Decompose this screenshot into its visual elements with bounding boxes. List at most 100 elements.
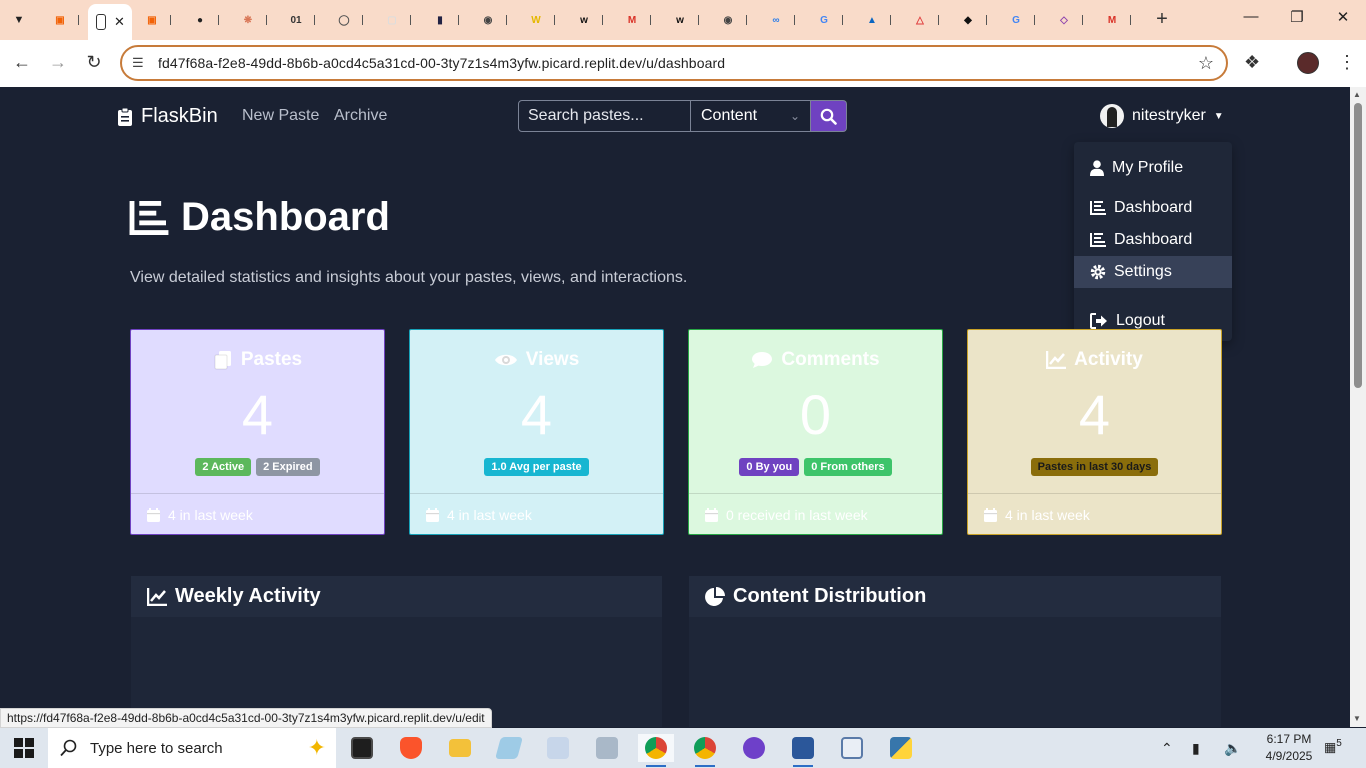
- forward-arrow-icon[interactable]: →: [47, 52, 69, 73]
- search-scope-select[interactable]: Content ⌄: [691, 100, 811, 132]
- dropdown-item-my-profile[interactable]: My Profile: [1074, 152, 1232, 184]
- browser-tab[interactable]: G: [808, 6, 852, 34]
- reload-icon[interactable]: ↻: [83, 52, 105, 73]
- asterisk-icon: ❋: [243, 14, 253, 26]
- taskbar-search-box[interactable]: Type here to search ✦: [48, 728, 336, 768]
- browser-tab[interactable]: ∞: [760, 6, 804, 34]
- book-icon: ▲: [867, 14, 877, 26]
- chrome-icon: ◉: [483, 14, 493, 26]
- close-window-icon[interactable]: ✕: [1328, 8, 1358, 26]
- browser-tab[interactable]: M: [1096, 6, 1140, 34]
- notification-center-icon[interactable]: ▦5: [1324, 738, 1342, 755]
- browser-tab[interactable]: ▢: [376, 6, 420, 34]
- extensions-puzzle-icon[interactable]: ❖: [1244, 52, 1260, 73]
- taskbar-python-icon[interactable]: [883, 734, 919, 762]
- taskbar-terminal-icon[interactable]: [344, 734, 380, 762]
- taskbar-github-icon[interactable]: [736, 734, 772, 762]
- user-menu-toggle[interactable]: nitestryker ▼: [1100, 104, 1224, 128]
- nav-archive[interactable]: Archive: [334, 107, 387, 125]
- dropdown-item-dashboard[interactable]: Dashboard: [1074, 192, 1232, 224]
- taskbar-file-explorer-icon[interactable]: [442, 734, 478, 762]
- flaskbin-page: FlaskBin New Paste Archive Content ⌄ nit…: [0, 87, 1350, 727]
- back-arrow-icon[interactable]: ←: [11, 52, 33, 73]
- browser-tab[interactable]: ◉: [472, 6, 516, 34]
- browser-tab[interactable]: M: [616, 6, 660, 34]
- dropdown-item-label: Dashboard: [1114, 231, 1193, 248]
- tab-title-fragment: [362, 15, 363, 25]
- browser-tab[interactable]: ◇: [1048, 6, 1092, 34]
- taskbar-brave-icon[interactable]: [393, 734, 429, 762]
- scrollbar-thumb[interactable]: [1354, 103, 1362, 388]
- browser-tab[interactable]: ▮: [424, 6, 468, 34]
- bookmark-star-icon[interactable]: ☆: [1198, 53, 1214, 74]
- taskbar-word-icon[interactable]: [785, 734, 821, 767]
- taskbar-app-icon[interactable]: [540, 734, 576, 762]
- stat-card-footer-text: 4 in last week: [1005, 507, 1090, 523]
- windows-start-icon[interactable]: [14, 738, 34, 758]
- browser-tab[interactable]: ◆: [952, 6, 996, 34]
- browser-tab[interactable]: △: [904, 6, 948, 34]
- dropdown-item-dashboard-2[interactable]: Dashboard: [1074, 224, 1232, 256]
- browser-tab[interactable]: 01: [280, 6, 324, 34]
- line-chart-icon: [147, 587, 167, 606]
- scroll-up-arrow-icon[interactable]: ▲: [1353, 90, 1361, 99]
- page-title-text: Dashboard: [181, 195, 390, 239]
- tab-search-chevron-icon[interactable]: ▼: [6, 8, 32, 32]
- chevron-down-icon: ⌄: [789, 109, 800, 123]
- panel-header: Weekly Activity: [131, 576, 662, 617]
- stat-card-value: 0: [799, 383, 832, 446]
- address-bar[interactable]: ☰ fd47f68a-f2e8-49dd-8b6b-a0cd4c5a31cd-0…: [120, 45, 1228, 81]
- stat-card-title: Views: [410, 349, 663, 371]
- brand-logo[interactable]: FlaskBin: [117, 105, 218, 128]
- battery-icon[interactable]: ▮: [1192, 740, 1200, 757]
- browser-tab[interactable]: ▣: [44, 6, 88, 34]
- brand-name: FlaskBin: [141, 105, 218, 127]
- browser-tab[interactable]: w: [568, 6, 612, 34]
- browser-menu-icon[interactable]: ⋮: [1338, 52, 1356, 73]
- blank-doc-icon: [96, 14, 106, 30]
- search-button[interactable]: [811, 100, 847, 132]
- status-badge: 1.0 Avg per paste: [484, 458, 589, 476]
- stat-card-views: Views 4 1.0 Avg per paste 4 in last week: [409, 329, 664, 535]
- tab-title-fragment: [1034, 15, 1035, 25]
- url-text[interactable]: fd47f68a-f2e8-49dd-8b6b-a0cd4c5a31cd-00-…: [158, 55, 725, 71]
- calendar-icon: [426, 508, 439, 522]
- tab-title-fragment: [554, 15, 555, 25]
- browser-tab[interactable]: w: [664, 6, 708, 34]
- browser-tab[interactable]: ▣: [136, 6, 180, 34]
- browser-tab[interactable]: W: [520, 6, 564, 34]
- taskbar-chrome-icon-2[interactable]: [687, 734, 723, 767]
- browser-tab[interactable]: G: [1000, 6, 1044, 34]
- search-input[interactable]: [518, 100, 691, 132]
- browser-tab[interactable]: ●: [184, 6, 228, 34]
- browser-tab[interactable]: ❋: [232, 6, 276, 34]
- stat-card-badges: Pastes in last 30 days: [968, 458, 1221, 476]
- user-dropdown-menu: My Profile Dashboard Dashboard Settings …: [1074, 142, 1232, 341]
- volume-icon[interactable]: 🔈: [1224, 740, 1241, 757]
- browser-profile-avatar[interactable]: [1297, 52, 1319, 74]
- browser-tab[interactable]: ◯: [328, 6, 372, 34]
- dropdown-item-settings[interactable]: Settings: [1074, 256, 1232, 288]
- tab-title-fragment: [1130, 15, 1131, 25]
- nav-new-paste[interactable]: New Paste: [242, 107, 319, 125]
- page-scrollbar[interactable]: ▲ ▼: [1350, 87, 1366, 727]
- scroll-down-arrow-icon[interactable]: ▼: [1353, 714, 1361, 723]
- browser-tab[interactable]: ◉: [712, 6, 756, 34]
- new-tab-plus-icon[interactable]: +: [1152, 8, 1172, 31]
- taskbar-clock[interactable]: 6:17 PM 4/9/2025: [1258, 731, 1320, 765]
- browser-tab[interactable]: ✕: [88, 4, 132, 40]
- close-tab-icon[interactable]: ✕: [114, 14, 125, 30]
- site-info-icon[interactable]: ☰: [132, 55, 144, 71]
- tab-title-fragment: [410, 15, 411, 25]
- taskbar-chrome-icon[interactable]: [638, 734, 674, 767]
- taskbar-photos-icon[interactable]: [589, 734, 625, 762]
- show-hidden-icons-icon[interactable]: ⌃: [1161, 740, 1173, 757]
- minimize-icon[interactable]: —: [1236, 8, 1266, 25]
- taskbar-notepad-icon[interactable]: [491, 734, 527, 762]
- stat-card-footer-text: 4 in last week: [168, 507, 253, 523]
- maximize-icon[interactable]: ❐: [1282, 8, 1312, 26]
- browser-tab[interactable]: ▲: [856, 6, 900, 34]
- stat-card-pastes: Pastes 4 2 Active 2 Expired 4 in last week: [130, 329, 385, 535]
- dropdown-item-label: My Profile: [1112, 159, 1184, 176]
- taskbar-window-icon[interactable]: [834, 734, 870, 762]
